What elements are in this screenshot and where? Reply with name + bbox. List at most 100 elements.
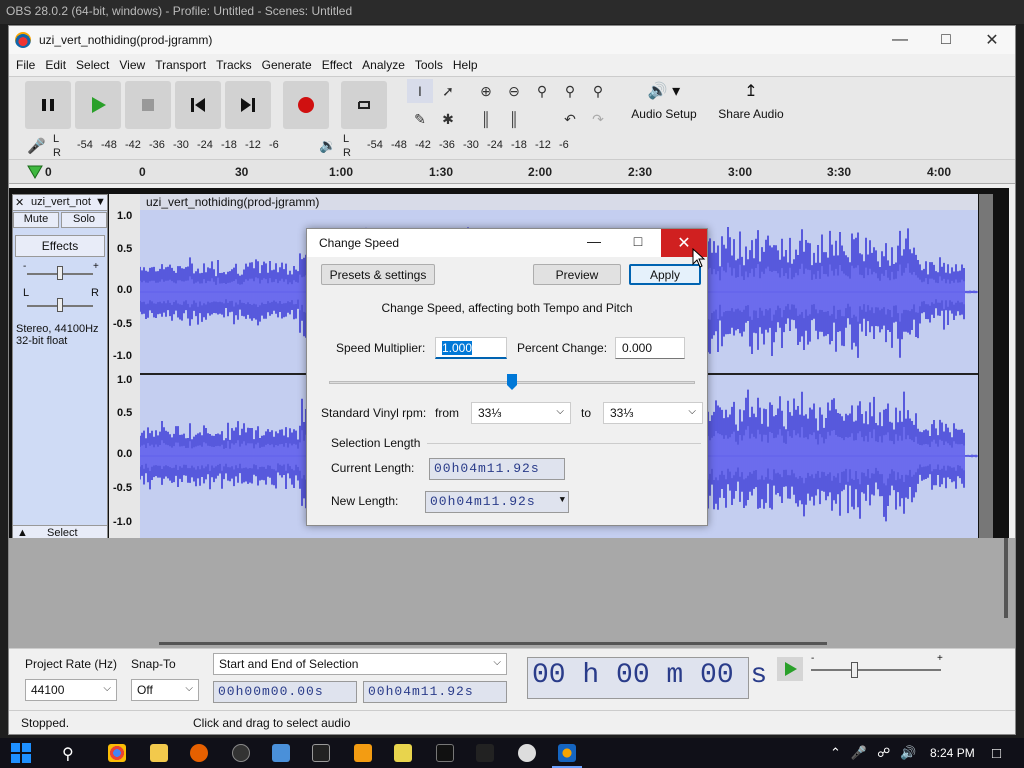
skip-end-button[interactable] xyxy=(225,81,271,129)
selection-mode-select[interactable]: Start and End of Selection ⌵ xyxy=(213,653,507,675)
audacity-taskbar-icon[interactable] xyxy=(558,744,576,762)
pan-left-label: L xyxy=(23,287,30,299)
terminal-icon[interactable] xyxy=(312,744,330,762)
effects-button[interactable]: Effects xyxy=(15,235,105,257)
selection-tool-icon[interactable]: I xyxy=(407,79,433,103)
playback-speed-thumb[interactable] xyxy=(851,662,858,678)
audio-setup-button[interactable]: 🔊 ▾ Audio Setup xyxy=(623,81,705,131)
speed-multiplier-input[interactable]: 1.000 xyxy=(435,337,507,359)
clip-title-bar[interactable]: uzi_vert_nothiding(prod-jgramm) xyxy=(140,194,978,210)
undo-icon[interactable]: ↶ xyxy=(557,107,583,131)
system-tray-icons[interactable]: ⌃🎤☍🔊 xyxy=(830,745,926,761)
multi-tool-icon[interactable]: ✱ xyxy=(435,107,461,131)
zoom-in-icon[interactable]: ⊕ xyxy=(473,79,499,103)
close-window-button[interactable]: ✕ xyxy=(969,26,1015,54)
chevron-down-icon: ⌵ xyxy=(103,683,111,694)
record-meter[interactable]: -54 -48 -42 -36 -30 -24 -18 -12 -6 xyxy=(65,139,295,153)
empty-track-space[interactable] xyxy=(9,538,1015,648)
tool-icon[interactable] xyxy=(476,744,494,762)
gain-slider-thumb[interactable] xyxy=(57,266,63,280)
audio-position-time[interactable]: 00 h 00 m 00 s xyxy=(527,657,767,699)
new-length-time[interactable]: 00h04m11.92s ▼ xyxy=(425,491,569,513)
menu-analyze[interactable]: Analyze xyxy=(357,58,410,72)
search-icon[interactable]: ⚲ xyxy=(62,744,74,764)
track-name-menu[interactable]: uzi_vert_not xyxy=(31,196,91,208)
dialog-title: Change Speed xyxy=(319,236,400,250)
share-audio-button[interactable]: ↥ Share Audio xyxy=(713,81,789,131)
editor-icon[interactable] xyxy=(354,744,372,762)
trim-audio-icon[interactable]: ║ xyxy=(473,107,499,131)
zoom-out-icon[interactable]: ⊖ xyxy=(501,79,527,103)
from-label: from xyxy=(435,406,459,420)
preview-button[interactable]: Preview xyxy=(533,264,621,285)
menu-select[interactable]: Select xyxy=(71,58,114,72)
dialog-maximize-button[interactable]: □ xyxy=(623,233,653,253)
presets-settings-button[interactable]: Presets & settings xyxy=(321,264,435,285)
vertical-scrollbar[interactable] xyxy=(1004,538,1008,618)
playback-speed-slider[interactable] xyxy=(811,669,941,671)
redo-icon[interactable]: ↷ xyxy=(585,107,611,131)
to-rpm-select[interactable]: 33⅓ ⌵ xyxy=(603,402,703,424)
to-label: to xyxy=(581,406,592,420)
menu-transport[interactable]: Transport xyxy=(150,58,211,72)
menu-help[interactable]: Help xyxy=(448,58,483,72)
zoom-toggle-icon[interactable]: ⚲ xyxy=(585,79,611,103)
draw-tool-icon[interactable]: ✎ xyxy=(407,107,433,131)
menu-tools[interactable]: Tools xyxy=(410,58,448,72)
project-rate-select[interactable]: 44100 ⌵ xyxy=(25,679,117,701)
current-length-label: Current Length: xyxy=(331,461,415,475)
play-at-speed-button[interactable] xyxy=(777,657,803,681)
start-button[interactable] xyxy=(10,742,44,766)
percent-change-input[interactable]: 0.000 xyxy=(615,337,685,359)
taskbar-clock[interactable]: 8:24 PM xyxy=(930,746,975,760)
ruler-tick: 3:00 xyxy=(728,165,753,179)
chrome-icon[interactable] xyxy=(108,744,126,762)
dialog-title-bar: Change Speed — □ ✕ xyxy=(307,229,707,257)
file-explorer-icon[interactable] xyxy=(150,744,168,762)
fit-selection-icon[interactable]: ⚲ xyxy=(529,79,555,103)
dialog-minimize-button[interactable]: — xyxy=(579,233,609,253)
notification-icon[interactable]: □ xyxy=(992,745,1001,762)
maximize-button[interactable]: □ xyxy=(923,26,969,54)
7zip-icon[interactable] xyxy=(436,744,454,762)
menu-effect[interactable]: Effect xyxy=(317,58,357,72)
solo-button[interactable]: Solo xyxy=(61,212,107,228)
play-button[interactable] xyxy=(75,81,121,129)
meter-toolbar: 🎤 L R -54 -48 -42 -36 -30 -24 -18 -12 -6… xyxy=(13,133,593,159)
stop-button[interactable] xyxy=(125,81,171,129)
menu-generate[interactable]: Generate xyxy=(257,58,317,72)
silence-audio-icon[interactable]: ║ xyxy=(501,107,527,131)
mute-button[interactable]: Mute xyxy=(13,212,59,228)
selection-mode-value: Start and End of Selection xyxy=(219,657,359,671)
app-icon[interactable] xyxy=(272,744,290,762)
menu-tracks[interactable]: Tracks xyxy=(211,58,257,72)
pause-button[interactable] xyxy=(25,81,71,129)
from-rpm-select[interactable]: 33⅓ ⌵ xyxy=(471,402,571,424)
menu-edit[interactable]: Edit xyxy=(40,58,71,72)
selection-start-time[interactable]: 00h00m00.00s xyxy=(213,681,357,703)
track-close-icon[interactable]: ✕ xyxy=(15,196,24,209)
menu-view[interactable]: View xyxy=(114,58,150,72)
minimize-button[interactable]: — xyxy=(877,26,923,54)
apply-button[interactable]: Apply xyxy=(629,264,701,285)
envelope-tool-icon[interactable]: ➚ xyxy=(435,79,461,103)
playback-meter[interactable]: -54 -48 -42 -36 -30 -24 -18 -12 -6 xyxy=(355,139,585,153)
speed-slider-thumb[interactable] xyxy=(506,373,518,391)
selection-end-time[interactable]: 00h04m11.92s xyxy=(363,681,507,703)
pan-right-label: R xyxy=(91,287,99,299)
snap-to-select[interactable]: Off ⌵ xyxy=(131,679,199,701)
media-player-icon[interactable] xyxy=(518,744,536,762)
skip-start-button[interactable] xyxy=(175,81,221,129)
speed-multiplier-value: 1.000 xyxy=(442,341,473,355)
obs-icon[interactable] xyxy=(232,744,250,762)
firefox-icon[interactable] xyxy=(190,744,208,762)
record-button[interactable] xyxy=(283,81,329,129)
timeline-ruler[interactable]: 0 0 30 1:00 1:30 2:00 2:30 3:00 3:30 4:0… xyxy=(9,160,1015,184)
pan-slider-thumb[interactable] xyxy=(57,298,63,312)
loop-button[interactable] xyxy=(341,81,387,129)
track-menu-arrow-icon[interactable]: ▼ xyxy=(95,196,106,208)
horizontal-scrollbar[interactable] xyxy=(159,642,827,645)
menu-file[interactable]: File xyxy=(11,58,40,72)
fit-project-icon[interactable]: ⚲ xyxy=(557,79,583,103)
notepad-icon[interactable] xyxy=(394,744,412,762)
